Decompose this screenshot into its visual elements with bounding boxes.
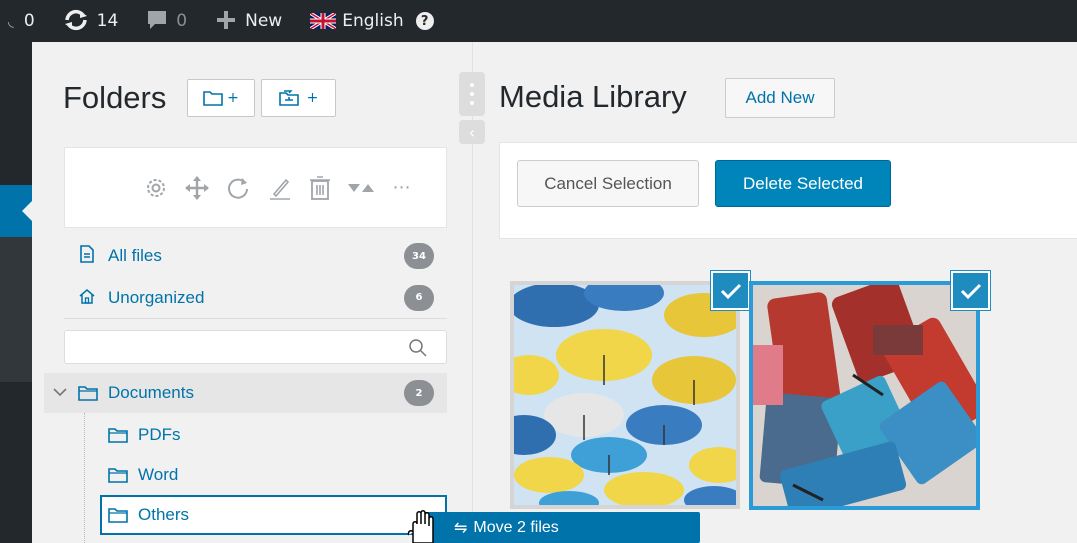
trash-icon[interactable]: [306, 174, 334, 202]
new-content-link[interactable]: New: [215, 0, 282, 42]
folder-icon: [108, 467, 128, 483]
move-icon[interactable]: [183, 174, 211, 202]
all-files-item[interactable]: All files 34: [64, 235, 447, 277]
folder-documents-count: 2: [404, 380, 434, 406]
folder-documents-label: Documents: [108, 383, 194, 402]
swap-arrows-icon: ⇋: [454, 519, 468, 537]
uk-flag-icon: [310, 13, 337, 29]
admin-sidebar: [0, 42, 32, 543]
drag-move-tooltip: ⇋ Move 2 files: [424, 512, 700, 543]
folder-icon: [203, 90, 223, 106]
folders-panel: Folders + + ⋯ All files 34 Unorganized 6…: [32, 42, 473, 543]
admin-submenu: [0, 237, 32, 382]
comment-icon: [146, 9, 168, 34]
admin-menu-media-active[interactable]: [0, 185, 32, 237]
comments-link[interactable]: 0: [146, 0, 187, 42]
unorganized-item[interactable]: Unorganized 6: [64, 277, 447, 319]
umbrellas-image: [514, 285, 736, 505]
moon-icon: ◟: [8, 11, 14, 30]
refresh-icon[interactable]: [224, 174, 252, 202]
folder-toolbox: ⋯: [64, 147, 447, 228]
drag-grip-icon[interactable]: [459, 72, 485, 116]
folder-pdfs[interactable]: PDFs: [100, 417, 447, 453]
unorganized-label: Unorganized: [108, 287, 205, 307]
page-title: Media Library: [499, 79, 687, 114]
folder-word-label: Word: [138, 465, 179, 484]
folders-title: Folders: [63, 80, 167, 115]
chevron-down-icon[interactable]: [50, 385, 70, 401]
paint-brushes-image: [753, 285, 976, 506]
plus-icon: [215, 9, 237, 34]
selected-checkmark-icon[interactable]: [951, 271, 990, 310]
media-item-umbrellas[interactable]: [510, 271, 750, 509]
selected-checkmark-icon[interactable]: [711, 271, 750, 310]
file-icon: [78, 245, 96, 267]
refresh-icon: [63, 9, 89, 34]
media-item-paint-brushes[interactable]: [749, 271, 990, 510]
panel-resize-handle[interactable]: ‹: [459, 72, 485, 146]
delete-selected-button[interactable]: Delete Selected: [715, 160, 891, 207]
folder-word[interactable]: Word: [100, 457, 447, 493]
new-folder-button[interactable]: +: [187, 79, 255, 117]
folder-icon: [108, 427, 128, 443]
bulk-select-toolbar: Cancel Selection Delete Selected: [499, 142, 1077, 239]
gear-icon[interactable]: [142, 174, 170, 202]
all-files-count: 34: [404, 243, 434, 269]
edit-icon[interactable]: [265, 174, 293, 202]
unorganized-count: 6: [404, 284, 434, 311]
new-subfolder-button[interactable]: +: [261, 79, 336, 117]
comments-shortcut[interactable]: ◟ 0: [8, 0, 35, 42]
drag-move-label: Move 2 files: [473, 518, 559, 536]
collapse-left-icon[interactable]: ‹: [459, 120, 485, 144]
folder-others-label: Others: [138, 505, 190, 524]
language-switcher[interactable]: English ?: [310, 0, 434, 42]
home-icon: [78, 288, 96, 308]
add-new-button[interactable]: Add New: [725, 78, 835, 118]
folder-pdfs-label: PDFs: [138, 425, 181, 444]
cancel-selection-button[interactable]: Cancel Selection: [517, 160, 699, 207]
tree-connector: [84, 413, 85, 543]
updates-link[interactable]: 14: [63, 0, 118, 42]
hand-cursor-icon: [407, 510, 434, 543]
sort-icon[interactable]: [347, 174, 375, 202]
folder-search-input[interactable]: [65, 331, 395, 363]
admin-bar: ◟ 0 14 0 New English ?: [0, 0, 1077, 42]
subfolder-icon: [278, 90, 299, 106]
folder-others[interactable]: Others: [100, 495, 447, 535]
folder-documents[interactable]: Documents 2: [44, 373, 447, 413]
more-icon[interactable]: ⋯: [388, 174, 416, 202]
help-icon[interactable]: ?: [415, 12, 434, 30]
folder-icon: [108, 507, 128, 523]
search-icon[interactable]: [408, 338, 428, 362]
folder-search: [64, 330, 447, 364]
all-files-label: All files: [108, 246, 162, 265]
folder-icon: [78, 385, 98, 401]
